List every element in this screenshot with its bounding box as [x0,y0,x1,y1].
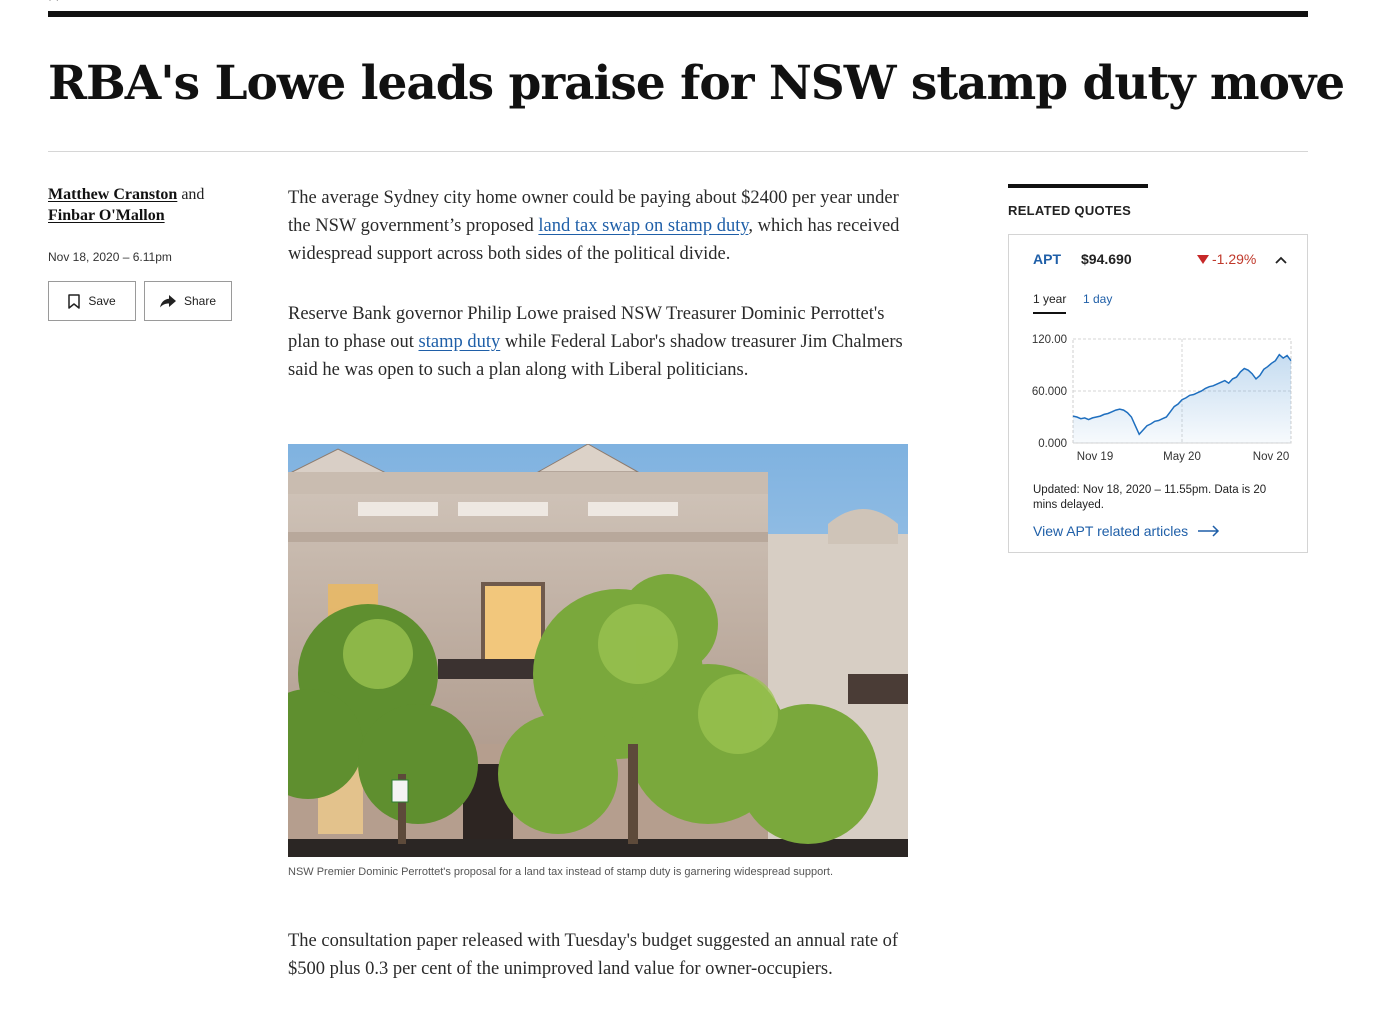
image-caption: NSW Premier Dominic Perrottet's proposal… [288,866,834,878]
x-tick-label: May 20 [1163,451,1201,463]
publish-date: Nov 18, 2020 – 6.11pm [48,250,172,264]
share-arrow-icon [159,294,176,307]
y-tick-label: 120.00 [1032,334,1067,346]
price-chart: 120.00 60.000 0.000 Nov 19 May 20 Nov 20 [1032,334,1292,463]
quote-change-value: -1.29% [1212,251,1257,267]
y-tick-label: 0.000 [1038,438,1067,450]
x-tick-label: Nov 19 [1077,451,1113,463]
article-paragraph-3: The consultation paper released with Tue… [288,931,899,979]
article-hero-image [288,444,908,857]
page-title: RBA's Lowe leads praise for NSW stamp du… [48,56,1345,111]
stamp-duty-link[interactable]: stamp duty [419,332,501,352]
byline: Matthew Cranston and Finbar O'Mallon [48,184,248,226]
quote-updated-text: Updated: Nov 18, 2020 – 11.55pm. Data is… [1033,484,1267,511]
article-paragraph-1: The average Sydney city home owner could… [288,184,910,268]
article-paragraph-2: Reserve Bank governor Philip Lowe praise… [288,300,910,384]
x-tick-label: Nov 20 [1253,451,1289,463]
quote-ticker-link[interactable]: APT [1033,251,1061,267]
top-rule [48,11,1308,17]
quote-price: $94.690 [1081,251,1132,267]
land-tax-swap-link[interactable]: land tax swap on stamp duty [538,216,748,236]
breadcrumb[interactable]: · · [48,0,59,6]
quote-change: -1.29% [1197,251,1256,267]
arrow-right-icon [1198,525,1220,537]
series-area [1073,354,1291,443]
tab-1-year[interactable]: 1 year [1033,292,1067,314]
related-quotes-heading: RELATED QUOTES [1008,203,1132,218]
down-triangle-icon [1197,254,1209,264]
y-tick-label: 60.000 [1032,386,1067,398]
byline-connector: and [181,186,205,203]
chevron-up-icon[interactable] [1273,252,1289,268]
headline-divider [48,151,1308,152]
related-articles-label: View APT related articles [1033,523,1189,539]
share-button[interactable]: Share [144,281,232,321]
related-quotes-bar [1008,184,1148,188]
author-link-finbar-omallon[interactable]: Finbar O'Mallon [48,207,165,224]
terrace-house-illustration [288,444,908,857]
quote-card: APT $94.690 -1.29% 1 year 1 day 120.00 60… [1008,234,1308,553]
save-label: Save [88,294,116,308]
author-link-matthew-cranston[interactable]: Matthew Cranston [48,186,177,203]
share-label: Share [183,294,217,308]
bookmark-icon [68,293,81,309]
save-button[interactable]: Save [48,281,136,321]
view-related-articles-link[interactable]: View APT related articles [1033,523,1220,539]
tab-1-day[interactable]: 1 day [1083,292,1112,306]
